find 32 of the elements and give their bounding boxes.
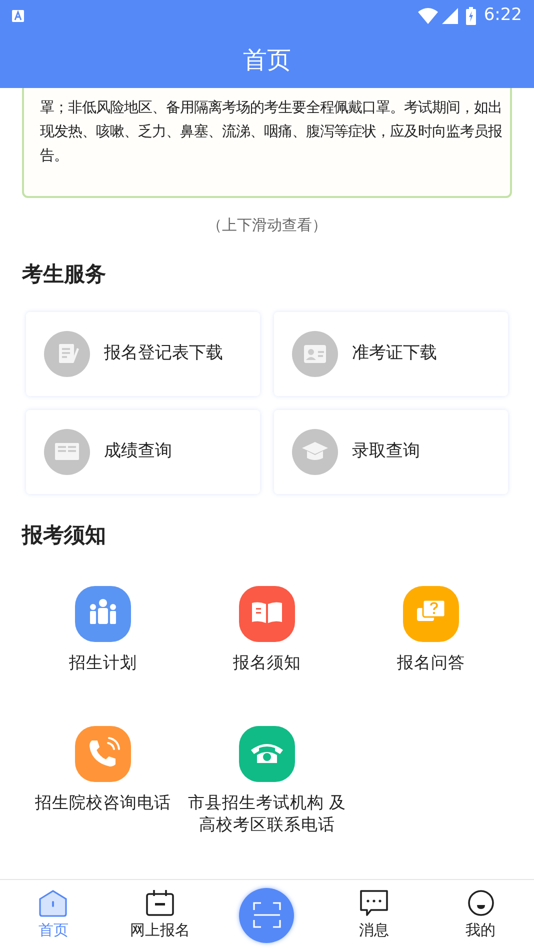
section-title: 考生服务 [22, 260, 107, 288]
guide-item[interactable]: 招生计划 [21, 586, 185, 696]
guide-item[interactable]: 市县招生考试机构 及高校考区联系电话 [185, 726, 349, 836]
face-icon [466, 888, 496, 917]
book-icon [44, 429, 90, 475]
scan-button[interactable] [239, 888, 294, 942]
notice-text: 罩；非低风险地区、备用隔离考场的考生要全程佩戴口罩。考试期间，如出现发热、咳嗽、乏力、鼻塞、流涕、咽痛、腹泻等症状，应及时向监考员报告。 [40, 98, 502, 166]
cap-icon [292, 429, 338, 475]
service-card[interactable]: 报名登记表下载 [26, 312, 260, 396]
service-card[interactable]: 成绩查询 [26, 410, 260, 494]
guide-item[interactable]: 招生院校咨询电话 [21, 726, 185, 836]
notification-icon [12, 10, 24, 22]
form-icon [44, 331, 90, 377]
nav-tab[interactable]: 我的 [427, 880, 534, 950]
page-title: 首页 [243, 45, 291, 76]
scroll-hint: （上下滑动查看） [206, 215, 328, 236]
battery-icon [466, 7, 476, 25]
service-card[interactable]: 录取查询 [274, 410, 508, 494]
wifi-icon [418, 8, 438, 24]
scan-icon [252, 902, 281, 928]
guide-item[interactable]: 报名问答 [349, 586, 513, 696]
signal-icon [442, 8, 458, 24]
calendar-icon [145, 888, 176, 917]
home-icon [38, 888, 68, 917]
guide-item[interactable]: 报名须知 [185, 586, 349, 696]
status-time: 6:22 [484, 4, 522, 28]
nav-tab[interactable]: 消息 [320, 880, 428, 950]
service-card[interactable]: 准考证下载 [274, 312, 508, 396]
card-icon [292, 331, 338, 377]
nav-tab[interactable]: 网上报名 [106, 880, 214, 950]
section-title: 报考须知 [22, 522, 107, 549]
chat-icon [358, 888, 389, 917]
